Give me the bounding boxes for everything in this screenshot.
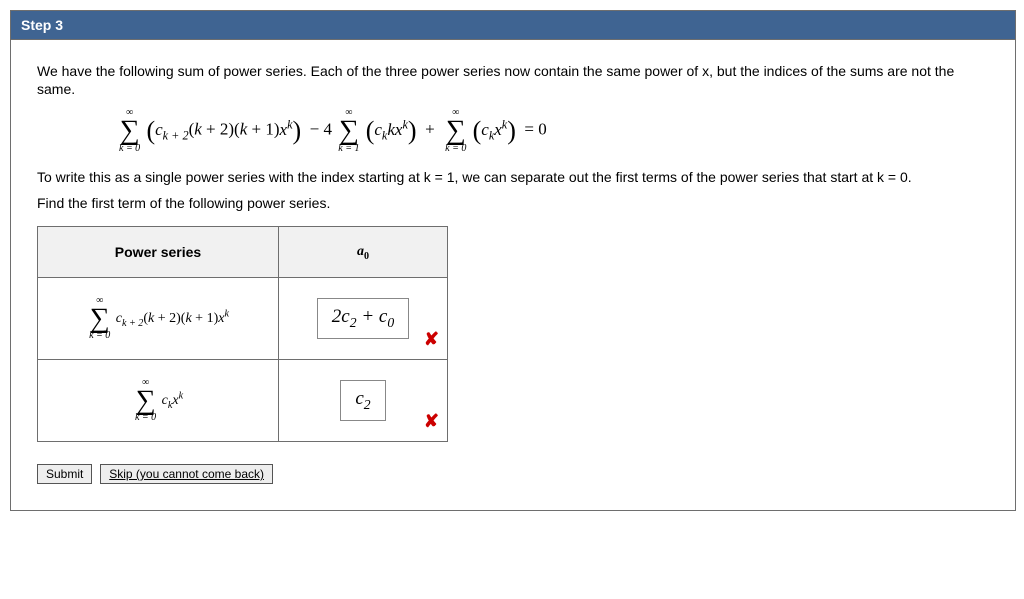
step-panel: Step 3 We have the following sum of powe… — [10, 10, 1016, 511]
table-header-row: Power series a0 — [38, 226, 448, 277]
explain-text: To write this as a single power series w… — [37, 168, 989, 186]
answer-cell-2: c2 ✘ — [279, 360, 448, 442]
answer-input-2[interactable]: c2 — [340, 380, 385, 421]
find-text: Find the first term of the following pow… — [37, 194, 989, 212]
header-a0: a0 — [279, 226, 448, 277]
main-equation: ∞ ∑ k = 0 (ck + 2(k + 2)(k + 1)xk) − 4 ∞… — [117, 108, 989, 153]
skip-button[interactable]: Skip (you cannot come back) — [100, 464, 273, 484]
series-cell-2: ∞ ∑ k = 0 ckxk — [38, 360, 279, 442]
series-cell-1: ∞ ∑ k = 0 ck + 2(k + 2)(k + 1)xk — [38, 277, 279, 359]
wrong-icon: ✘ — [424, 328, 439, 351]
answer-cell-1: 2c2 + c0 ✘ — [279, 277, 448, 359]
intro-text: We have the following sum of power serie… — [37, 62, 989, 98]
header-power-series: Power series — [38, 226, 279, 277]
wrong-icon: ✘ — [424, 410, 439, 433]
power-series-table: Power series a0 ∞ ∑ k = 0 ck + 2(k + 2)(… — [37, 226, 448, 442]
table-row: ∞ ∑ k = 0 ckxk c2 ✘ — [38, 360, 448, 442]
table-row: ∞ ∑ k = 0 ck + 2(k + 2)(k + 1)xk 2c2 + c… — [38, 277, 448, 359]
step-content: We have the following sum of power serie… — [11, 40, 1015, 510]
answer-input-1[interactable]: 2c2 + c0 — [317, 298, 409, 339]
step-header: Step 3 — [11, 11, 1015, 40]
button-row: Submit Skip (you cannot come back) — [37, 464, 989, 484]
submit-button[interactable]: Submit — [37, 464, 92, 484]
